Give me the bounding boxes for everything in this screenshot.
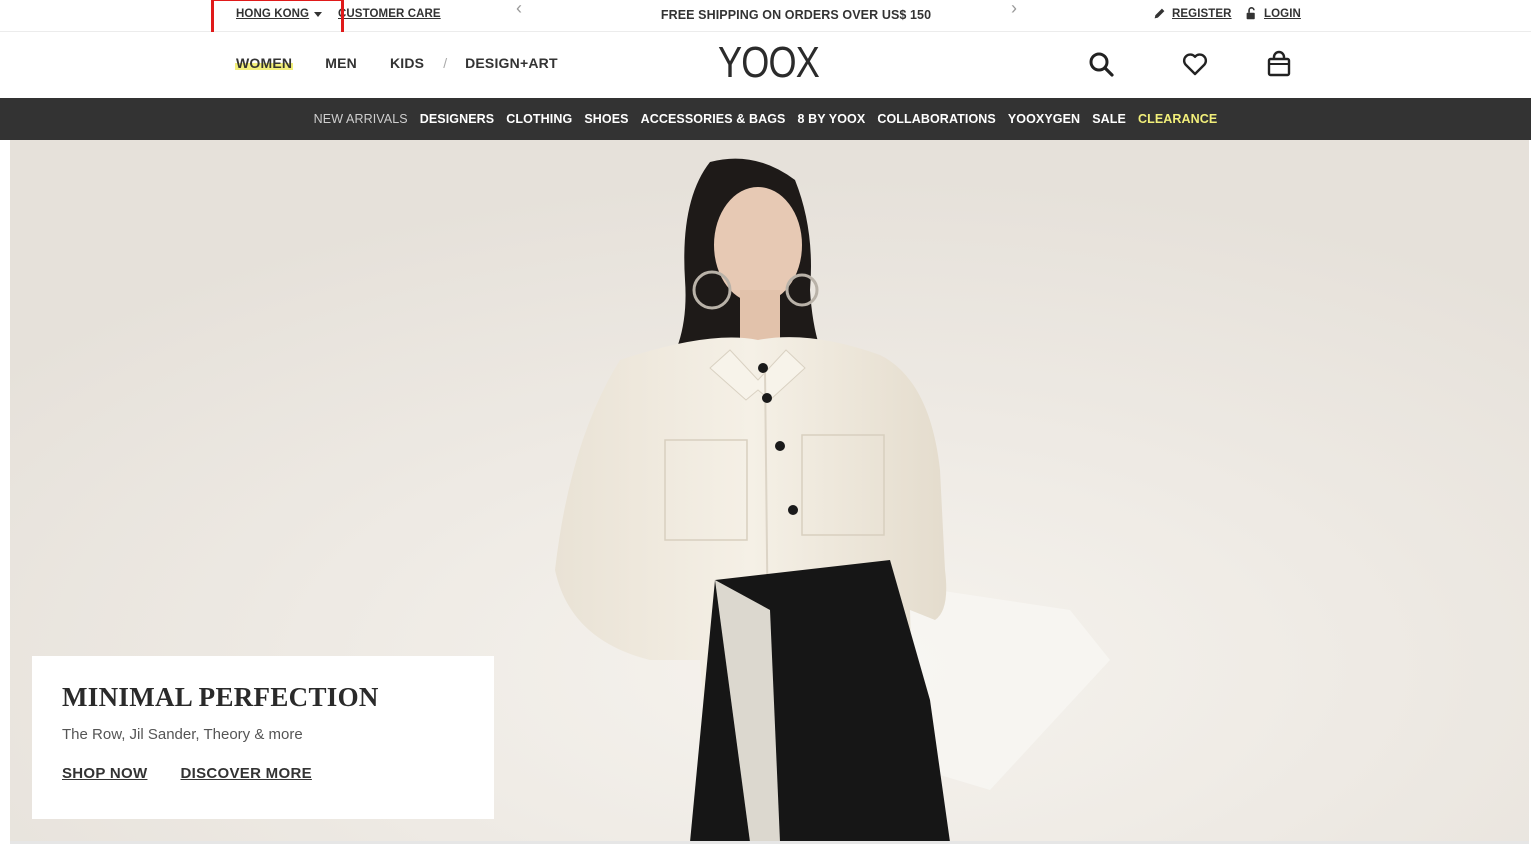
- yoox-logo[interactable]: YOOX: [712, 38, 824, 88]
- caret-down-icon: [314, 11, 323, 17]
- register-label: REGISTER: [1172, 7, 1232, 20]
- login-label: LOGIN: [1264, 7, 1301, 20]
- heart-icon[interactable]: [1181, 50, 1209, 78]
- hero-subtitle: The Row, Jil Sander, Theory & more: [62, 726, 303, 743]
- promo-banner-text: FREE SHIPPING ON ORDERS OVER US$ 150: [660, 8, 932, 22]
- category-accessories-bags[interactable]: ACCESSORIES & BAGS: [641, 112, 786, 126]
- nav-separator: /: [443, 55, 448, 71]
- hero-links: SHOP NOW DISCOVER MORE: [62, 765, 464, 782]
- register-link[interactable]: REGISTER: [1153, 7, 1232, 20]
- category-nav: NEW ARRIVALS DESIGNERS CLOTHING SHOES AC…: [0, 98, 1531, 140]
- category-yooxygen[interactable]: YOOXYGEN: [1008, 112, 1080, 126]
- top-utility-bar: HONG KONG CUSTOMER CARE ‹ FREE SHIPPING …: [0, 0, 1531, 40]
- category-collaborations[interactable]: COLLABORATIONS: [877, 112, 996, 126]
- hero-banner[interactable]: MINIMAL PERFECTION The Row, Jil Sander, …: [10, 140, 1529, 842]
- nav-men[interactable]: MEN: [325, 55, 357, 71]
- main-header: WOMEN MEN KIDS / DESIGN+ART YOOX: [0, 32, 1531, 98]
- country-selector[interactable]: HONG KONG: [236, 8, 323, 20]
- category-new-arrivals[interactable]: NEW ARRIVALS: [314, 112, 408, 126]
- nav-design-art[interactable]: DESIGN+ART: [465, 55, 558, 71]
- hero-promo-card: MINIMAL PERFECTION The Row, Jil Sander, …: [32, 656, 494, 819]
- nav-kids[interactable]: KIDS: [390, 55, 424, 71]
- customer-care-link[interactable]: CUSTOMER CARE: [338, 8, 441, 20]
- gender-nav: WOMEN MEN KIDS / DESIGN+ART: [235, 55, 558, 71]
- category-sale[interactable]: SALE: [1092, 112, 1126, 126]
- category-clearance[interactable]: CLEARANCE: [1138, 112, 1217, 126]
- shop-now-link[interactable]: SHOP NOW: [62, 765, 147, 782]
- hero-title: MINIMAL PERFECTION: [62, 682, 379, 712]
- country-label: HONG KONG: [236, 8, 310, 20]
- category-8-by-yoox[interactable]: 8 BY YOOX: [797, 112, 865, 126]
- login-link[interactable]: LOGIN: [1245, 7, 1301, 20]
- promo-next-arrow-icon[interactable]: ›: [1011, 0, 1017, 19]
- pencil-icon: [1154, 8, 1165, 19]
- shopping-bag-icon[interactable]: [1265, 50, 1293, 78]
- search-icon[interactable]: [1087, 50, 1115, 78]
- category-shoes[interactable]: SHOES: [584, 112, 628, 126]
- unlock-icon: [1246, 7, 1255, 20]
- category-clothing[interactable]: CLOTHING: [506, 112, 572, 126]
- discover-more-link[interactable]: DISCOVER MORE: [180, 765, 311, 782]
- promo-prev-arrow-icon[interactable]: ‹: [516, 0, 522, 19]
- nav-women[interactable]: WOMEN: [235, 55, 294, 71]
- category-designers[interactable]: DESIGNERS: [420, 112, 495, 126]
